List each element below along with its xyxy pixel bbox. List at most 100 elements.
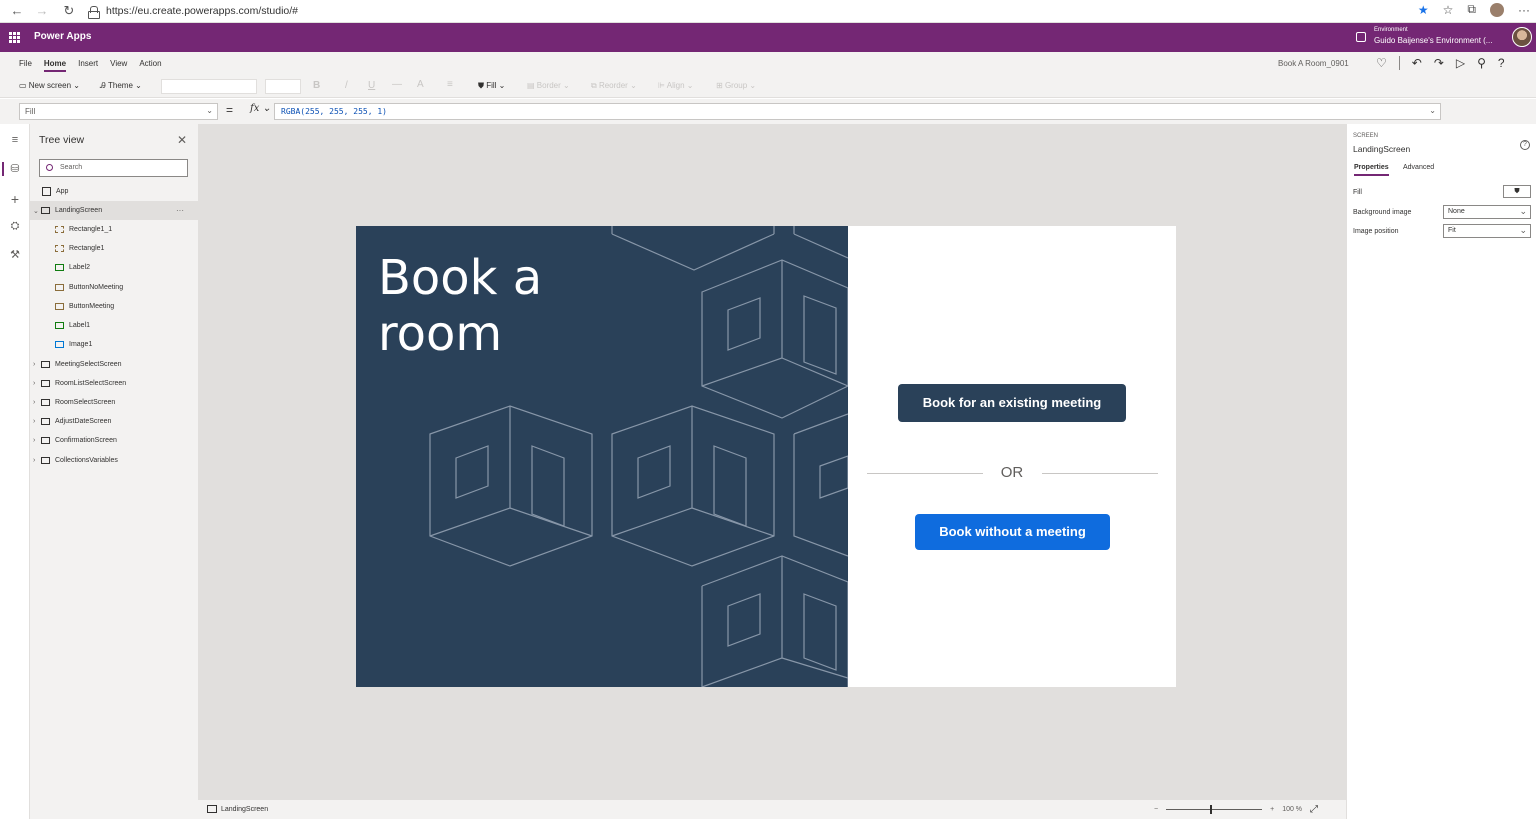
fill-button[interactable]: ⛊ Fill ⌄ [478,81,505,91]
advanced-tools-icon[interactable]: ⚒ [8,248,22,262]
screen-icon [41,207,50,214]
tree-item-app[interactable]: App [42,182,198,201]
menu-view[interactable]: View [110,59,127,72]
tree-item-roomlistselectscreen[interactable]: › RoomListSelectScreen [33,374,126,393]
collections-icon[interactable]: ⧉ [1467,2,1476,17]
more-options-icon[interactable]: ··· [176,206,184,215]
fit-to-window-icon[interactable]: ⤢ [1310,804,1318,815]
expand-formula-icon[interactable]: ⌄ [1429,106,1436,115]
tree-item-collectionsvariables[interactable]: › CollectionsVariables [33,451,118,470]
tree-item-image1[interactable]: Image1 [55,335,92,354]
font-color-icon[interactable]: A [417,79,424,90]
tree-item-roomselectscreen[interactable]: › RoomSelectScreen [33,393,115,412]
app-launcher-icon[interactable] [9,32,20,43]
tab-properties[interactable]: Properties [1354,164,1389,176]
landing-screen[interactable]: Book a room Book for an existing meeting… [356,226,1176,687]
background-image-dropdown[interactable]: None ⌄ [1443,205,1531,219]
tab-advanced[interactable]: Advanced [1403,164,1434,171]
reorder-button[interactable]: ⧉ Reorder ⌄ [591,81,637,91]
zoom-slider-thumb[interactable] [1210,805,1213,814]
tree-item-adjustdatescreen[interactable]: › AdjustDateScreen [33,412,111,431]
label-icon [55,264,64,271]
share-icon[interactable]: ⚲ [1477,56,1486,70]
undo-icon[interactable]: ↶ [1412,56,1422,70]
tree-item-buttonnomeeting[interactable]: ButtonNoMeeting [55,278,123,297]
formula-input[interactable]: RGBA(255, 255, 255, 1) ⌄ [274,103,1441,120]
browser-more-icon[interactable]: ··· [1518,3,1530,17]
environment-name[interactable]: Guido Baijense's Environment (... [1374,36,1492,45]
chevron-right-icon[interactable]: › [33,399,41,406]
insert-icon[interactable]: + [8,191,22,207]
search-icon [46,164,53,171]
tree-item-label2[interactable]: Label2 [55,258,90,277]
tree-item-label1[interactable]: Label1 [55,316,90,335]
browser-toolbar: ← → ↻ https://eu.create.powerapps.com/st… [0,0,1536,23]
zoom-control: − + 100 % ⤢ [1154,804,1318,815]
italic-button[interactable]: / [345,80,348,91]
tree-item-meetingselectscreen[interactable]: › MeetingSelectScreen [33,355,122,374]
hero-title[interactable]: Book a room [378,250,598,362]
browser-profile-avatar[interactable] [1490,2,1504,17]
redo-icon[interactable]: ↷ [1434,56,1444,70]
text-align-icon[interactable]: ≡ [447,79,453,90]
help-icon[interactable]: ? [1520,140,1530,150]
data-icon[interactable]: ⛭ [8,220,22,234]
image-icon [55,341,64,348]
image-position-dropdown[interactable]: Fit ⌄ [1443,224,1531,238]
new-screen-button[interactable]: ▭ New screen ⌄ [19,81,80,90]
property-dropdown[interactable]: Fill ⌄ [19,103,218,120]
current-screen-indicator[interactable]: LandingScreen [207,805,268,813]
chevron-right-icon[interactable]: › [33,437,41,444]
environment-label: Environment [1374,27,1408,33]
strikethrough-icon[interactable]: — [392,79,402,90]
tree-item-rectangle1_1[interactable]: Rectangle1_1 [55,220,112,239]
tree-item-rectangle1[interactable]: Rectangle1 [55,239,104,258]
play-icon[interactable]: ▷ [1456,56,1465,70]
menu-insert[interactable]: Insert [78,59,98,72]
zoom-out-button[interactable]: − [1154,806,1158,813]
tree-item-landingscreen[interactable]: ⌄ LandingScreen ··· [30,201,198,220]
tree-item-confirmationscreen[interactable]: › ConfirmationScreen [33,431,117,450]
theme-button[interactable]: Ꭿ Theme ⌄ [100,81,142,91]
tree-item-buttonmeeting[interactable]: ButtonMeeting [55,297,114,316]
font-size-dropdown[interactable] [265,79,301,94]
refresh-icon[interactable]: ↻ [58,3,80,19]
chevron-right-icon[interactable]: › [33,361,41,368]
book-without-meeting-button[interactable]: Book without a meeting [915,514,1110,550]
tree-view-icon[interactable]: ⛁ [2,162,22,176]
border-button[interactable]: ▤ Border ⌄ [527,81,570,90]
chevron-down-icon[interactable]: ⌄ [33,207,41,215]
image-position-value: Fit [1448,227,1456,234]
favorite-star-icon[interactable]: ★ [1418,3,1429,17]
favorites-icon[interactable]: ☆ [1443,3,1454,17]
bold-button[interactable]: B [313,80,320,91]
hamburger-menu-icon[interactable]: ≡ [8,134,22,148]
close-icon[interactable]: ✕ [177,133,187,147]
zoom-slider[interactable] [1166,805,1263,814]
help-icon[interactable]: ? [1498,56,1505,70]
app-checker-icon[interactable]: ♡ [1376,56,1387,70]
underline-button[interactable]: U [368,80,375,91]
tree-item-label: Rectangle1_1 [69,226,113,233]
url-text[interactable]: https://eu.create.powerapps.com/studio/# [106,5,298,17]
fill-color-picker[interactable]: ⛊ [1503,185,1531,198]
book-existing-meeting-button[interactable]: Book for an existing meeting [898,384,1126,422]
align-button[interactable]: ⊫ Align ⌄ [658,81,693,90]
chevron-right-icon[interactable]: › [33,457,41,464]
menu-action[interactable]: Action [139,59,161,72]
fx-icon[interactable]: fx ⌄ [250,103,271,114]
user-avatar[interactable] [1512,27,1532,47]
hero-panel[interactable]: Book a room [356,226,848,687]
group-button[interactable]: ⊞ Group ⌄ [716,81,756,90]
menu-home[interactable]: Home [43,59,67,72]
address-bar[interactable]: https://eu.create.powerapps.com/studio/# [88,2,298,20]
forward-arrow-icon[interactable]: → [31,3,53,18]
back-arrow-icon[interactable]: ← [6,3,28,18]
menu-file[interactable]: File [19,59,32,72]
or-text: OR [1000,464,1024,481]
tree-search-input[interactable]: Search [39,159,188,177]
zoom-in-button[interactable]: + [1270,806,1274,813]
chevron-right-icon[interactable]: › [33,418,41,425]
font-family-dropdown[interactable] [161,79,257,94]
chevron-right-icon[interactable]: › [33,380,41,387]
